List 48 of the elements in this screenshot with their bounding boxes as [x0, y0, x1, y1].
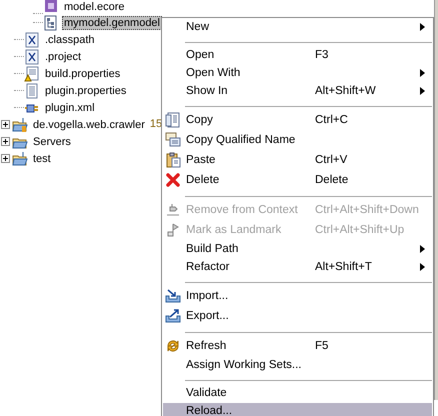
scrollbar[interactable]: [434, 0, 438, 400]
menu-item[interactable]: Delete Delete: [163, 171, 432, 191]
expand-icon[interactable]: [1, 120, 10, 129]
menu-item[interactable]: Show In Alt+Shift+W: [163, 83, 432, 101]
menu-item[interactable]: New: [163, 19, 432, 37]
menu-item[interactable]: Open F3: [163, 47, 432, 65]
xml-file-icon: [24, 32, 40, 48]
menu-item[interactable]: Open With: [163, 65, 432, 83]
menu-item[interactable]: Reload...: [163, 403, 432, 416]
warning-file-icon: [24, 66, 40, 82]
tree-item[interactable]: build.properties: [43, 66, 122, 80]
context-icon: [165, 202, 181, 218]
delete-icon: [165, 172, 181, 188]
import-icon: [165, 288, 181, 304]
refresh-icon: [165, 338, 181, 354]
menu-item[interactable]: Build Path: [163, 241, 432, 259]
menu-item[interactable]: Import...: [163, 287, 432, 307]
menu-item[interactable]: Refactor Alt+Shift+T: [163, 259, 432, 277]
menu-item[interactable]: Copy Qualified Name: [163, 131, 432, 151]
tree-item[interactable]: test: [31, 152, 53, 166]
tree-item[interactable]: plugin.xml: [43, 100, 97, 114]
expand-icon[interactable]: [1, 154, 10, 163]
tree-item[interactable]: .project: [43, 50, 84, 64]
tree-item[interactable]: mymodel.genmodel: [62, 16, 162, 30]
project-folder-icon: [12, 150, 28, 166]
menu-item[interactable]: Paste Ctrl+V: [163, 151, 432, 171]
model-file-icon: [43, 0, 59, 14]
tree-item-decoration: 15: [150, 117, 162, 132]
menu-item[interactable]: Refresh F5: [163, 337, 432, 357]
menu-item[interactable]: Export...: [163, 307, 432, 327]
tree-item[interactable]: plugin.properties: [43, 84, 128, 98]
menu-item[interactable]: Assign Working Sets...: [163, 357, 432, 375]
export-icon: [165, 308, 181, 324]
menu-item[interactable]: Validate: [163, 385, 432, 403]
flag-icon: [165, 222, 181, 238]
project-folder-icon: [12, 116, 28, 132]
tree-item[interactable]: Servers: [31, 134, 73, 148]
tree-item[interactable]: .classpath: [43, 32, 97, 46]
tree-item[interactable]: model.ecore: [62, 0, 127, 14]
xml-file-icon: [24, 48, 40, 64]
clipboard-icon: [165, 152, 181, 168]
tree-item[interactable]: de.vogella.web.crawler: [31, 118, 147, 132]
expand-icon[interactable]: [1, 137, 10, 146]
text-file-icon: [24, 82, 40, 98]
copy-icon: [165, 112, 181, 128]
tree-file-icon: [43, 14, 59, 30]
copy-pages-icon: [165, 132, 181, 148]
menu-item[interactable]: Copy Ctrl+C: [163, 111, 432, 131]
